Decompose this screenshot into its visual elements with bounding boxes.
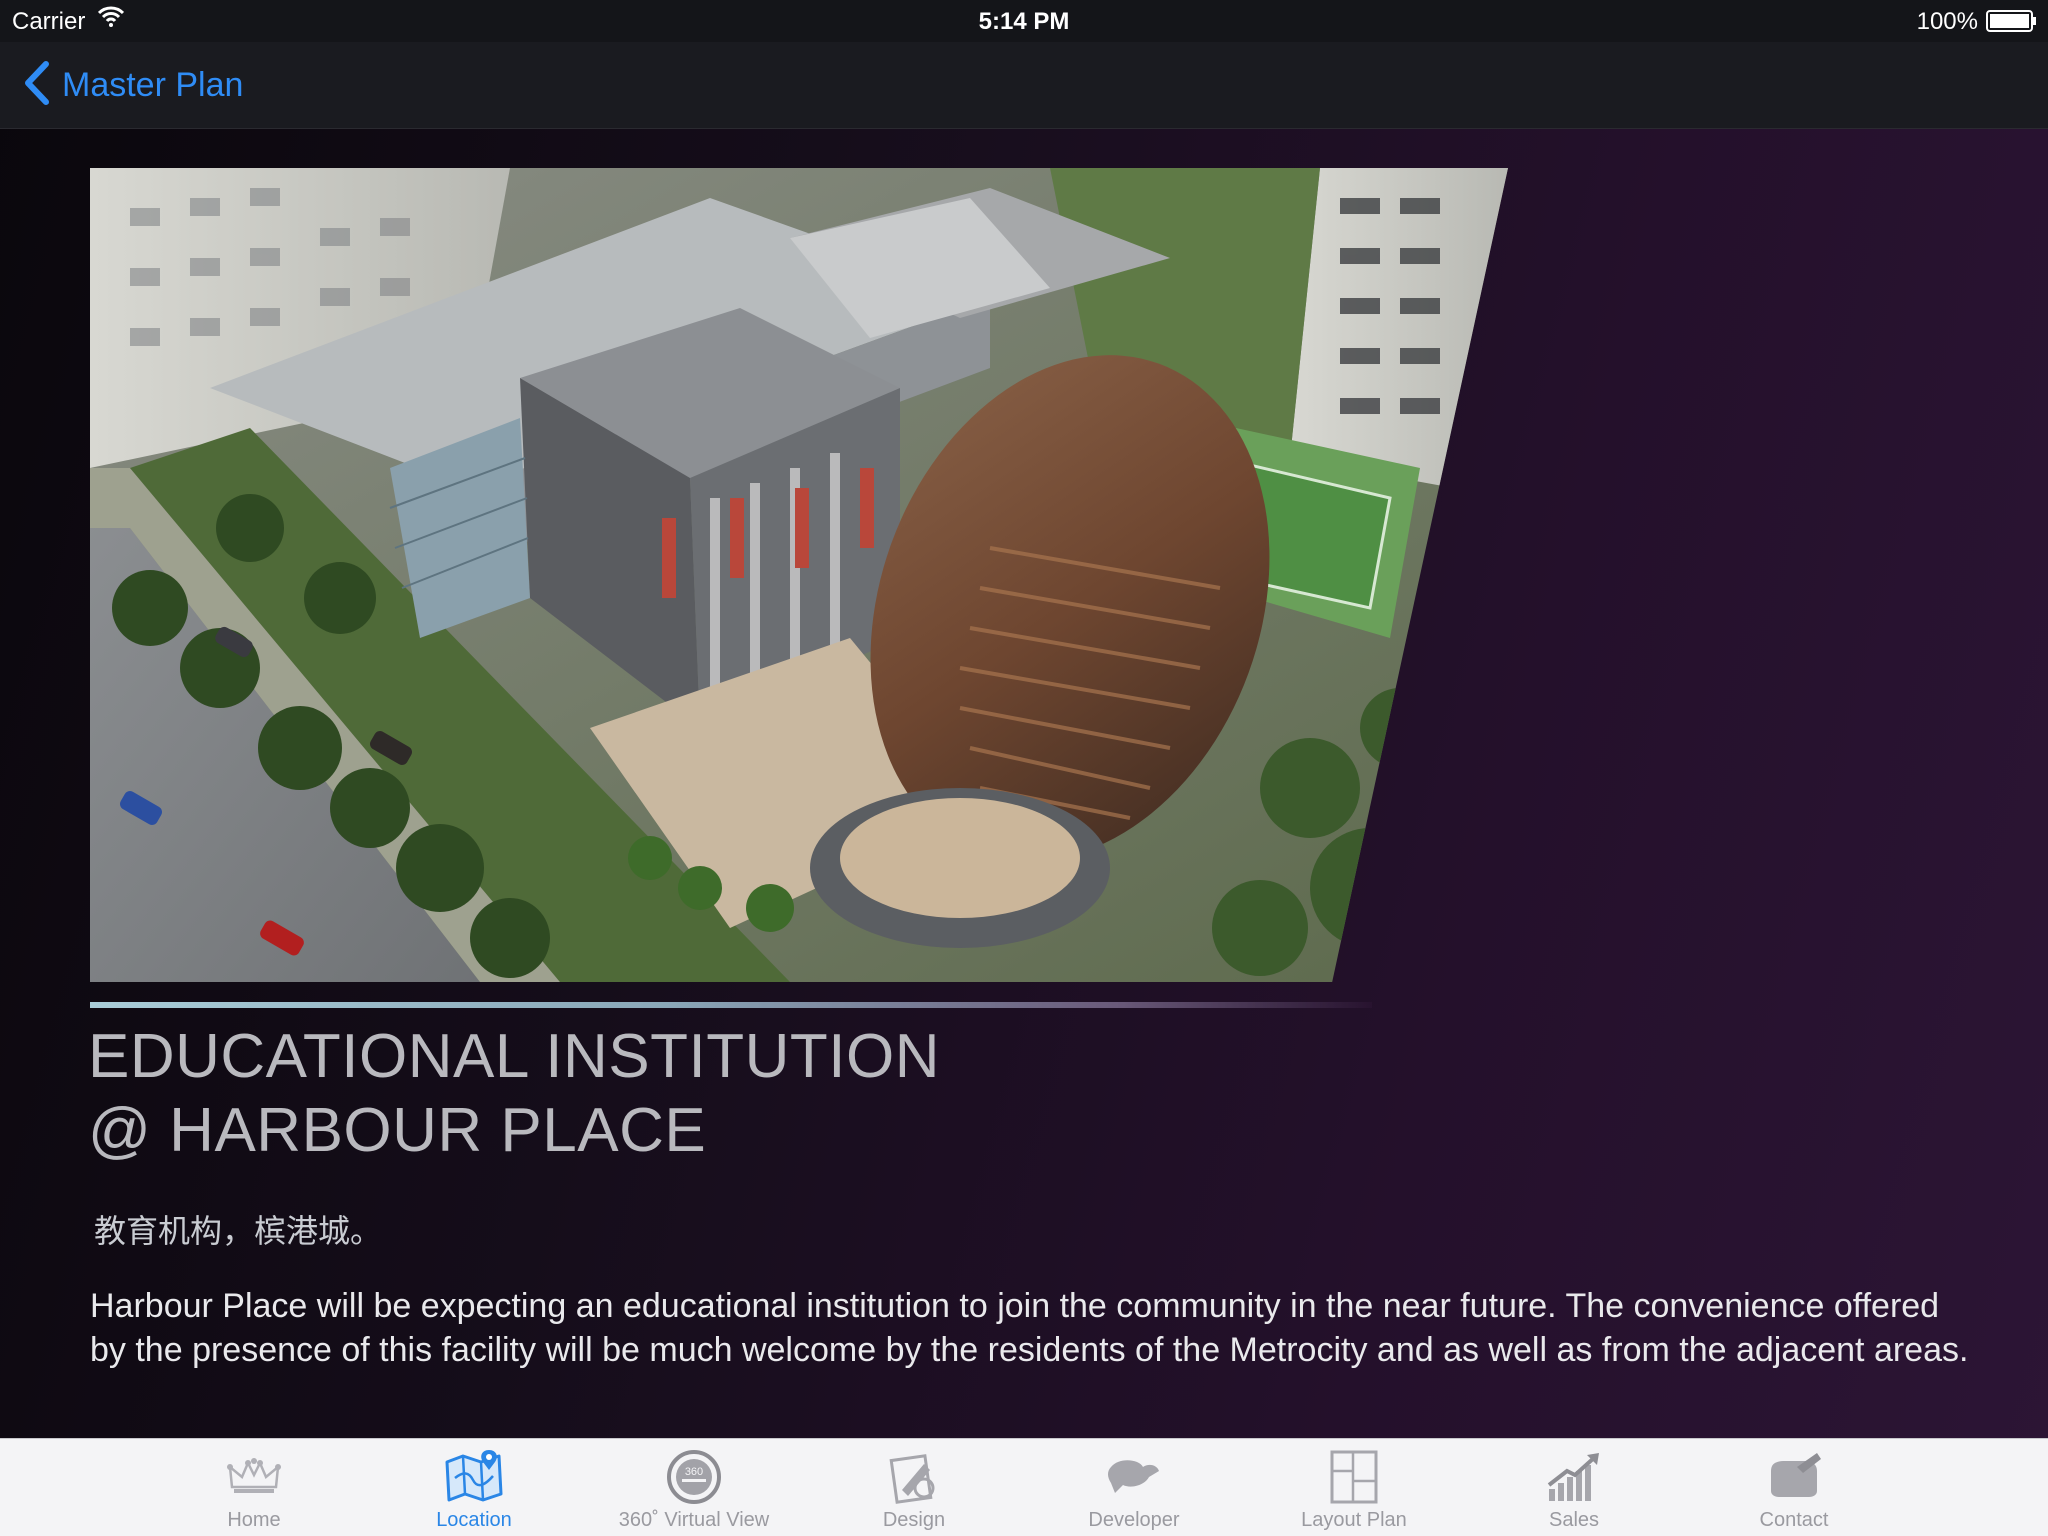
title-line-2: @ HARBOUR PLACE <box>88 1096 707 1165</box>
navigation-bar: Master Plan <box>0 42 2048 129</box>
tab-home-label: Home <box>227 1509 281 1531</box>
description-text: Harbour Place will be expecting an educa… <box>90 1287 1969 1369</box>
layout-plan-icon <box>1329 1447 1379 1507</box>
tab-home[interactable]: Home <box>144 1439 364 1536</box>
svg-text:360: 360 <box>685 1466 703 1478</box>
status-bar: Carrier 5:14 PM 100% <box>0 0 2048 42</box>
tab-contact[interactable]: Contact <box>1684 1439 1904 1536</box>
tab-design-label: Design <box>882 1509 946 1531</box>
tab-sales[interactable]: Sales <box>1464 1439 1684 1536</box>
back-button-label: Master Plan <box>62 65 244 104</box>
back-button[interactable]: Master Plan <box>22 60 243 110</box>
chevron-left-icon <box>22 60 50 110</box>
tab-contact-label: Contact <box>1759 1509 1829 1531</box>
sales-chart-icon <box>1545 1447 1603 1507</box>
title-line-1: EDUCATIONAL INSTITUTION <box>88 1022 940 1091</box>
tab-location-label: Location <box>436 1509 512 1531</box>
contact-icon <box>1765 1447 1823 1507</box>
developer-icon <box>1105 1447 1163 1507</box>
chinese-subtitle: 教育机构，槟港城。 <box>94 1212 383 1250</box>
tab-layout-plan-label: Layout Plan <box>1301 1509 1407 1531</box>
app-screen: Carrier 5:14 PM 100% Master Plan EDUCATI… <box>0 0 2048 1536</box>
battery-icon <box>1986 10 2038 39</box>
tab-360-virtual-view[interactable]: 360 360˚ Virtual View <box>584 1439 804 1536</box>
tab-design[interactable]: Design <box>804 1439 1024 1536</box>
building-rendering-image <box>90 168 1508 982</box>
tab-bar: Home Location 360 360˚ Virtual View Desi… <box>0 1438 2048 1536</box>
tab-360-virtual-view-label: 360˚ Virtual View <box>618 1509 770 1531</box>
clock: 5:14 PM <box>978 8 1070 35</box>
tab-location[interactable]: Location <box>364 1439 584 1536</box>
map-icon <box>443 1447 505 1507</box>
tab-layout-plan[interactable]: Layout Plan <box>1244 1439 1464 1536</box>
battery-percent: 100% <box>1916 8 1978 35</box>
design-icon <box>888 1447 940 1507</box>
tab-developer-label: Developer <box>1088 1509 1180 1531</box>
virtual-view-icon: 360 <box>665 1447 723 1507</box>
tab-developer[interactable]: Developer <box>1024 1439 1244 1536</box>
crown-icon <box>226 1447 282 1507</box>
title-divider <box>90 1002 1372 1008</box>
tab-sales-label: Sales <box>1548 1509 1600 1531</box>
page-title: EDUCATIONAL INSTITUTION @ HARBOUR PLACE <box>88 1020 940 1168</box>
